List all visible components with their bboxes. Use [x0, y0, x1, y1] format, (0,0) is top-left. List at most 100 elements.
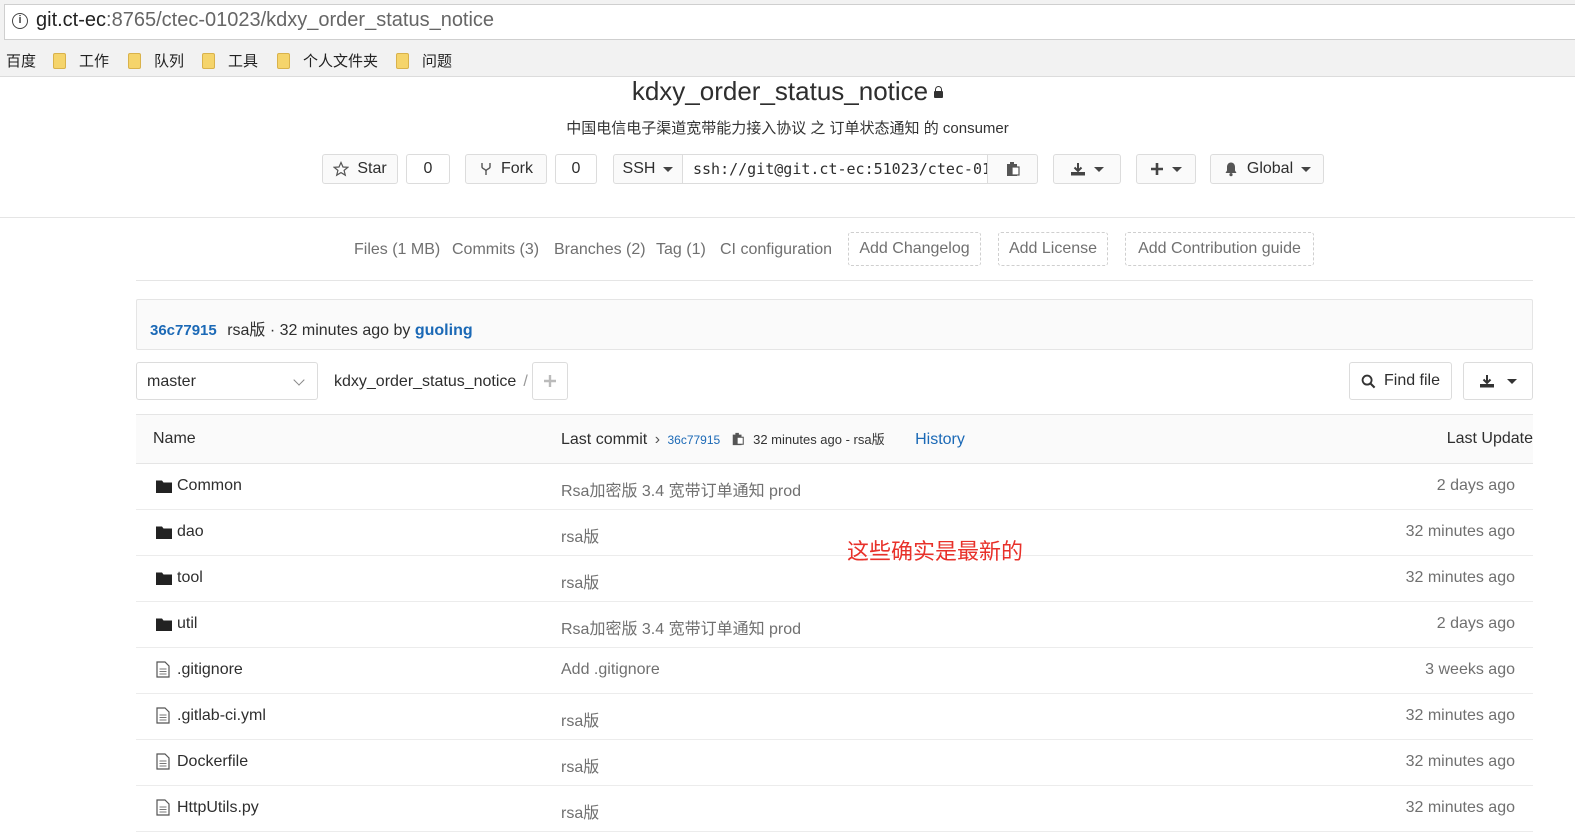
- nav-branches[interactable]: Branches (2): [554, 241, 646, 259]
- last-update: 32 minutes ago: [1405, 569, 1515, 586]
- plus-icon: [1151, 163, 1163, 175]
- star-button[interactable]: Star: [322, 154, 398, 184]
- fork-button[interactable]: Fork: [465, 154, 547, 184]
- commit-message-link[interactable]: rsa版: [561, 707, 599, 731]
- file-name-link[interactable]: Common: [177, 477, 242, 495]
- history-link[interactable]: History: [915, 431, 965, 448]
- add-changelog-button[interactable]: Add Changelog: [848, 232, 981, 266]
- copy-url-button[interactable]: [987, 154, 1038, 184]
- commit-message-link[interactable]: rsa版: [561, 569, 599, 593]
- fork-label: Fork: [501, 160, 533, 177]
- add-file-button[interactable]: [532, 362, 568, 400]
- file-icon: [156, 753, 170, 770]
- fork-icon: [481, 163, 491, 175]
- nav-ci-configuration[interactable]: CI configuration: [720, 241, 832, 259]
- nav-commits[interactable]: Commits (3): [452, 241, 539, 259]
- breadcrumb-repo-link[interactable]: kdxy_order_status_notice: [334, 373, 516, 390]
- file-name-link[interactable]: dao: [177, 523, 204, 541]
- download-dropdown[interactable]: [1053, 154, 1121, 184]
- bookmark-baidu[interactable]: 百度: [6, 50, 36, 71]
- chevron-down-icon: [1507, 378, 1517, 384]
- info-icon[interactable]: i: [12, 13, 28, 29]
- download-archive-button[interactable]: [1463, 362, 1533, 400]
- bookmark-label: 问题: [422, 53, 453, 70]
- url-path: :8765/ctec-01023/kdxy_order_status_notic…: [106, 9, 495, 31]
- project-title: kdxy_order_status_notice: [0, 76, 1575, 107]
- bookmark-issues[interactable]: 问题: [396, 50, 452, 71]
- table-row[interactable]: dao rsa版 32 minutes ago: [136, 510, 1533, 556]
- last-update: 2 days ago: [1436, 477, 1515, 494]
- file-name-link[interactable]: util: [177, 615, 197, 633]
- last-update: 3 weeks ago: [1425, 661, 1515, 678]
- notification-label: Global: [1246, 160, 1294, 177]
- notification-dropdown[interactable]: Global: [1210, 154, 1324, 184]
- folder-icon: [156, 618, 172, 631]
- chevron-right-icon: ›: [654, 431, 661, 448]
- folder-icon: [396, 52, 409, 69]
- table-row[interactable]: Common Rsa加密版 3.4 宽带订单通知 prod 2 days ago: [136, 464, 1533, 510]
- breadcrumb: kdxy_order_status_notice /: [334, 373, 528, 391]
- bookmark-personal[interactable]: 个人文件夹: [277, 50, 378, 71]
- header-commit-sha-link[interactable]: 36c77915: [667, 433, 720, 447]
- file-name-link[interactable]: .gitignore: [177, 661, 243, 679]
- new-dropdown[interactable]: [1136, 154, 1196, 184]
- commit-message-link[interactable]: rsa版: [561, 523, 599, 547]
- last-update: 32 minutes ago: [1405, 799, 1515, 816]
- search-icon: [1361, 374, 1376, 388]
- annotation-text: 这些确实是最新的: [847, 539, 1024, 564]
- url-text[interactable]: git.ct-ec:8765/ctec-01023/kdxy_order_sta…: [36, 9, 494, 32]
- table-row[interactable]: .gitlab-ci.yml rsa版 32 minutes ago: [136, 694, 1533, 740]
- download-icon: [1071, 163, 1085, 176]
- table-row[interactable]: HttpUtils.py rsa版 32 minutes ago: [136, 786, 1533, 832]
- commit-message-link[interactable]: rsa版: [561, 753, 599, 777]
- add-license-button[interactable]: Add License: [998, 232, 1108, 266]
- last-update: 32 minutes ago: [1405, 707, 1515, 724]
- table-row[interactable]: .gitignore Add .gitignore 3 weeks ago: [136, 648, 1533, 694]
- folder-icon: [277, 52, 290, 69]
- star-label: Star: [357, 160, 387, 177]
- file-icon: [156, 661, 170, 678]
- bookmark-label: 个人文件夹: [303, 53, 379, 70]
- commit-author-link[interactable]: guoling: [415, 322, 473, 339]
- bookmark-tools[interactable]: 工具: [202, 50, 258, 71]
- commit-message-link[interactable]: Rsa加密版 3.4 宽带订单通知 prod: [561, 615, 801, 639]
- bookmark-queue[interactable]: 队列: [128, 50, 184, 71]
- file-name-link[interactable]: .gitlab-ci.yml: [177, 707, 266, 725]
- clipboard-icon[interactable]: [731, 432, 745, 446]
- commit-message-link[interactable]: Add .gitignore: [561, 661, 660, 679]
- folder-icon: [156, 572, 172, 585]
- lock-icon: [934, 86, 944, 98]
- protocol-dropdown[interactable]: SSH: [613, 154, 683, 184]
- last-commit-line: 36c77915 rsa版 · 32 minutes ago by guolin…: [150, 316, 473, 340]
- url-host: git.ct-ec: [36, 9, 107, 31]
- file-name-link[interactable]: tool: [177, 569, 203, 587]
- table-row[interactable]: tool rsa版 32 minutes ago: [136, 556, 1533, 602]
- folder-icon: [156, 526, 172, 539]
- column-last-update: Last Update: [1446, 430, 1533, 447]
- bookmarks-bar: 百度 工作 队列 工具 个人文件夹 问题: [0, 44, 1575, 77]
- table-row[interactable]: util Rsa加密版 3.4 宽带订单通知 prod 2 days ago: [136, 602, 1533, 648]
- clone-url-input[interactable]: ssh://git@git.ct-ec:51023/ctec-01: [682, 154, 988, 184]
- bookmark-work[interactable]: 工作: [53, 50, 109, 71]
- commit-message: rsa版 · 32 minutes ago by: [227, 322, 411, 339]
- commit-sha-link[interactable]: 36c77915: [150, 322, 217, 339]
- bookmark-label: 百度: [6, 53, 37, 70]
- file-name-link[interactable]: HttpUtils.py: [177, 799, 259, 817]
- star-count[interactable]: 0: [406, 154, 450, 184]
- nav-tag[interactable]: Tag (1): [656, 241, 706, 259]
- folder-icon: [128, 52, 141, 69]
- nav-files[interactable]: Files (1 MB): [354, 241, 440, 259]
- divider: [0, 217, 1575, 218]
- fork-count[interactable]: 0: [555, 154, 597, 184]
- column-name: Name: [153, 430, 196, 447]
- table-row[interactable]: Dockerfile rsa版 32 minutes ago: [136, 740, 1533, 786]
- divider: [136, 280, 1533, 281]
- chevron-down-icon: [1094, 166, 1104, 172]
- find-file-button[interactable]: Find file: [1349, 362, 1452, 400]
- commit-message-link[interactable]: rsa版: [561, 799, 599, 823]
- plus-icon: [544, 375, 556, 387]
- add-contribution-guide-button[interactable]: Add Contribution guide: [1125, 232, 1314, 266]
- commit-message-link[interactable]: Rsa加密版 3.4 宽带订单通知 prod: [561, 477, 801, 501]
- find-file-label: Find file: [1383, 372, 1441, 389]
- file-name-link[interactable]: Dockerfile: [177, 753, 248, 771]
